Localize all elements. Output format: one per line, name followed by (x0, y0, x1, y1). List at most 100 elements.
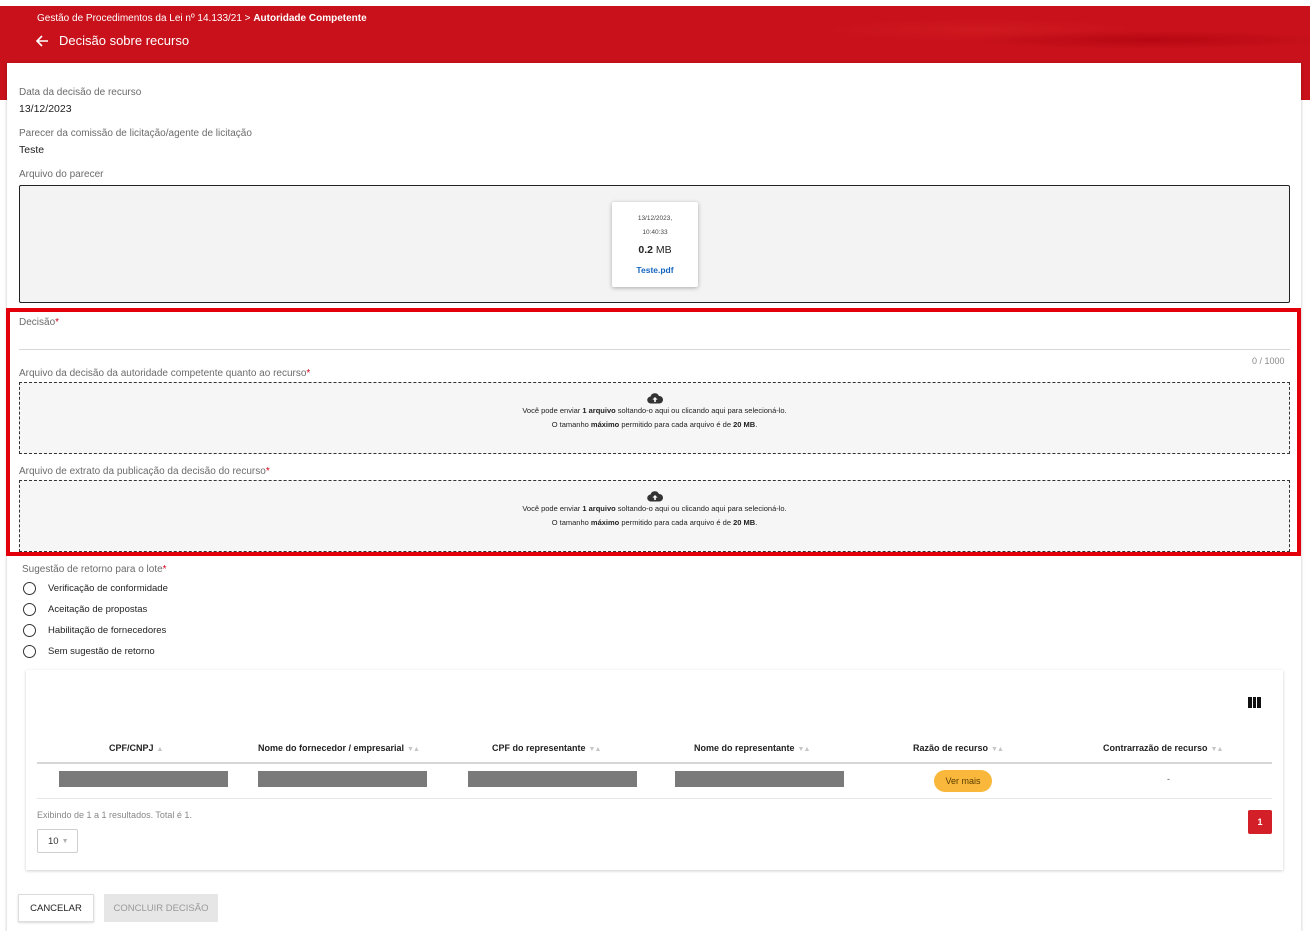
recursos-table-card (26, 670, 1283, 870)
file-date-line: 13/12/2023, (637, 215, 673, 222)
dz-text-f: permitido para cada arquivo é de (619, 420, 734, 429)
upload-extrato-label-text: Arquivo de extrato da publicação da deci… (19, 466, 266, 477)
radio-label: Aceitação de propostas (48, 604, 148, 615)
decisao-underline (19, 349, 1290, 350)
pagination-summary: Exibindo de 1 a 1 resultados. Total é 1. (37, 810, 192, 820)
dropzone-instructions: Você pode enviar 1 arquivo soltando-o aq… (20, 404, 1289, 418)
file-tile[interactable]: 13/12/2023, 10:40:33 0.2 MB Teste.pdf (612, 202, 698, 287)
column-header-label: Nome do representante (694, 743, 795, 753)
back-arrow-icon[interactable] (35, 34, 49, 48)
file-size-unit: MB (652, 244, 672, 256)
radio-verificacao-conformidade[interactable]: Verificação de conformidade (23, 582, 168, 595)
column-header-label: Razão de recurso (913, 743, 989, 753)
data-decisao-value: 13/12/2023 (19, 103, 72, 115)
redacted-cpf-cnpj (59, 771, 228, 787)
upload-decisao-label-text: Arquivo da decisão da autoridade compete… (19, 368, 307, 379)
dz-text-f: permitido para cada arquivo é de (619, 518, 734, 527)
column-header-label: CPF do representante (492, 743, 586, 753)
dz-text-e: máximo (590, 420, 620, 429)
page-size-select[interactable]: 10 ▼ (37, 829, 78, 853)
radio-circle[interactable] (23, 645, 36, 658)
page-size-value: 10 (48, 835, 59, 847)
upload-decisao-dropzone[interactable]: Você pode enviar 1 arquivo soltando-o aq… (19, 382, 1290, 454)
page-title: Decisão sobre recurso (59, 33, 190, 48)
required-mark: * (55, 317, 60, 328)
sort-icon: ▲ (156, 746, 164, 753)
redacted-nome-fornecedor (258, 771, 427, 787)
dropzone-size-limit: O tamanho máximo permitido para cada arq… (20, 516, 1289, 530)
dz-text-a: Você pode enviar (522, 406, 583, 415)
dz-text-d: O tamanho (551, 420, 591, 429)
dz-text-c: soltando-o aqui ou clicando aqui para se… (615, 406, 787, 415)
chevron-down-icon: ▼ (61, 837, 69, 845)
concluir-decisao-button[interactable]: CONCLUIR DECISÃO (104, 894, 218, 922)
dz-text-c: soltando-o aqui ou clicando aqui para se… (615, 504, 787, 513)
radio-label: Verificação de conformidade (48, 583, 168, 594)
cloud-upload-icon (646, 491, 663, 502)
dz-text-a: Você pode enviar (522, 504, 583, 513)
required-mark: * (162, 564, 167, 575)
redacted-cpf-representante (468, 771, 637, 787)
cancel-button[interactable]: CANCELAR (18, 894, 94, 922)
file-time-line: 10:40:33 (642, 229, 668, 236)
dz-text-d: O tamanho (551, 518, 591, 527)
breadcrumb-current: Autoridade Competente (253, 13, 367, 24)
radio-circle[interactable] (23, 582, 36, 595)
radio-sem-sugestao[interactable]: Sem sugestão de retorno (23, 645, 155, 658)
column-header-razao-recurso[interactable]: Razão de recurso ▼▲ (913, 743, 1004, 753)
sort-icon: ▼▲ (407, 746, 420, 753)
radio-habilitacao-fornecedores[interactable]: Habilitação de fornecedores (23, 624, 166, 637)
header-top-strip (0, 0, 1310, 6)
column-header-label: Nome do fornecedor / empresarial (258, 743, 405, 753)
upload-extrato-dropzone[interactable]: Você pode enviar 1 arquivo soltando-o aq… (19, 480, 1290, 552)
redacted-nome-representante (675, 771, 844, 787)
columns-icon[interactable] (1248, 697, 1262, 708)
parecer-value: Teste (19, 144, 45, 156)
file-size-value: 0.2 (638, 244, 653, 256)
decisao-textarea[interactable] (19, 330, 1290, 349)
column-header-cpf-cnpj[interactable]: CPF/CNPJ ▲ (109, 743, 164, 753)
sort-icon: ▼▲ (1210, 746, 1224, 753)
decisao-label-text: Decisão (19, 317, 56, 328)
radio-label: Sem sugestão de retorno (48, 646, 155, 657)
radio-label: Habilitação de fornecedores (48, 625, 167, 636)
arquivo-parecer-label: Arquivo do parecer (19, 169, 104, 180)
table-row-divider (37, 798, 1272, 799)
dz-text-h: . (755, 420, 758, 429)
data-decisao-label: Data da decisão de recurso (19, 87, 142, 98)
pagination-page-button[interactable]: 1 (1248, 810, 1272, 834)
dz-text-b: 1 arquivo (582, 504, 616, 513)
contrarrazao-cell: - (1167, 774, 1170, 784)
breadcrumb: Gestão de Procedimentos da Lei nº 14.133… (37, 13, 367, 24)
file-date: 13/12/2023, 10:40:33 (612, 212, 698, 240)
decisao-char-counter: 0 / 1000 (1252, 356, 1285, 366)
column-header-contrarrazao-recurso[interactable]: Contrarrazão de recurso ▼▲ (1103, 743, 1224, 753)
column-header-label: CPF/CNPJ (109, 743, 154, 753)
parecer-label: Parecer da comissão de licitação/agente … (19, 128, 252, 139)
dropzone-size-limit: O tamanho máximo permitido para cada arq… (20, 418, 1289, 432)
dz-text-h: . (755, 518, 758, 527)
required-mark: * (265, 466, 270, 477)
cloud-upload-icon (646, 393, 663, 404)
breadcrumb-path[interactable]: Gestão de Procedimentos da Lei nº 14.133… (37, 13, 253, 24)
file-name-link[interactable]: Teste.pdf (612, 265, 698, 275)
dz-text-b: 1 arquivo (582, 406, 616, 415)
upload-extrato-label: Arquivo de extrato da publicação da deci… (19, 466, 270, 477)
ver-mais-button[interactable]: Ver mais (934, 770, 992, 792)
radio-circle[interactable] (23, 603, 36, 616)
required-mark: * (306, 368, 311, 379)
dz-text-g: 20 MB (733, 420, 756, 429)
page-title-row: Decisão sobre recurso (35, 33, 189, 48)
retorno-label: Sugestão de retorno para o lote* (22, 564, 167, 575)
radio-aceitacao-propostas[interactable]: Aceitação de propostas (23, 603, 147, 616)
sort-icon: ▼▲ (991, 746, 1004, 753)
table-header-divider (37, 762, 1272, 764)
column-header-nome-fornecedor[interactable]: Nome do fornecedor / empresarial ▼▲ (258, 743, 420, 753)
column-header-nome-representante[interactable]: Nome do representante ▼▲ (694, 743, 810, 753)
column-header-cpf-representante[interactable]: CPF do representante ▼▲ (492, 743, 602, 753)
dz-text-g: 20 MB (733, 518, 756, 527)
sort-icon: ▼▲ (588, 746, 602, 753)
decisao-label: Decisão* (19, 317, 59, 328)
file-size: 0.2 MB (612, 244, 698, 256)
radio-circle[interactable] (23, 624, 36, 637)
